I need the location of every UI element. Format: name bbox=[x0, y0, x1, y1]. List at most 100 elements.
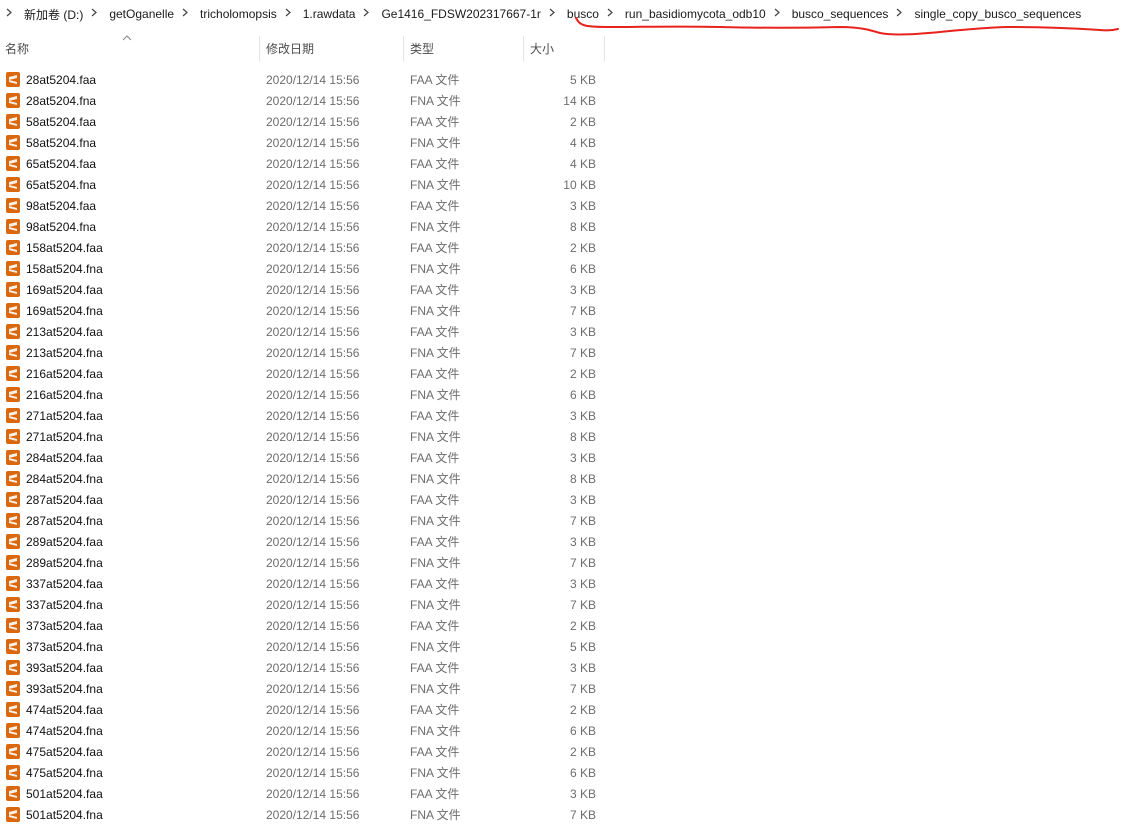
file-row[interactable]: 373at5204.faa 2020/12/14 15:56 FAA 文件 2 KB bbox=[0, 615, 605, 636]
file-name-cell: 213at5204.faa bbox=[0, 324, 260, 339]
file-row[interactable]: 216at5204.faa 2020/12/14 15:56 FAA 文件 2 KB bbox=[0, 363, 605, 384]
sublime-file-icon bbox=[6, 555, 20, 570]
file-name: 28at5204.faa bbox=[26, 72, 97, 87]
file-row[interactable]: 289at5204.fna 2020/12/14 15:56 FNA 文件 7 KB bbox=[0, 552, 605, 573]
column-header-size[interactable]: 大小 bbox=[524, 36, 605, 62]
file-type: FAA 文件 bbox=[410, 451, 460, 465]
file-row[interactable]: 337at5204.fna 2020/12/14 15:56 FNA 文件 7 KB bbox=[0, 594, 605, 615]
file-row[interactable]: 271at5204.faa 2020/12/14 15:56 FAA 文件 3 KB bbox=[0, 405, 605, 426]
chevron-right-icon[interactable] bbox=[182, 8, 188, 20]
breadcrumb-item[interactable]: Ge1416_FDSW202317667-1r bbox=[377, 7, 544, 21]
chevron-right-icon[interactable] bbox=[91, 8, 98, 20]
file-name-cell: 216at5204.fna bbox=[0, 387, 260, 402]
file-row[interactable]: 475at5204.faa 2020/12/14 15:56 FAA 文件 2 KB bbox=[0, 741, 605, 762]
chevron-right-icon[interactable] bbox=[6, 8, 12, 20]
column-header-date[interactable]: 修改日期 bbox=[260, 36, 404, 62]
file-name: 337at5204.fna bbox=[26, 597, 103, 612]
file-date: 2020/12/14 15:56 bbox=[266, 282, 360, 297]
file-name: 287at5204.faa bbox=[26, 492, 103, 507]
file-type: FNA 文件 bbox=[410, 94, 461, 108]
file-name: 393at5204.fna bbox=[26, 681, 103, 696]
file-name: 169at5204.faa bbox=[26, 282, 103, 297]
breadcrumb-item[interactable]: run_basidiomycota_odb10 bbox=[621, 7, 770, 21]
file-row[interactable]: 158at5204.faa 2020/12/14 15:56 FAA 文件 2 KB bbox=[0, 237, 605, 258]
breadcrumb-item[interactable]: 新加卷 (D:) bbox=[20, 6, 87, 23]
file-row[interactable]: 28at5204.faa 2020/12/14 15:56 FAA 文件 5 KB bbox=[0, 69, 605, 90]
file-name-cell: 475at5204.faa bbox=[0, 744, 260, 759]
file-row[interactable]: 373at5204.fna 2020/12/14 15:56 FNA 文件 5 KB bbox=[0, 636, 605, 657]
file-type: FAA 文件 bbox=[410, 787, 460, 801]
chevron-right-icon[interactable] bbox=[549, 8, 555, 20]
file-row[interactable]: 287at5204.faa 2020/12/14 15:56 FAA 文件 3 KB bbox=[0, 489, 605, 510]
column-header-type[interactable]: 类型 bbox=[404, 36, 524, 62]
file-date: 2020/12/14 15:56 bbox=[266, 639, 360, 654]
breadcrumb-item[interactable]: 1.rawdata bbox=[299, 7, 360, 21]
file-row[interactable]: 98at5204.fna 2020/12/14 15:56 FNA 文件 8 KB bbox=[0, 216, 605, 237]
file-row[interactable]: 393at5204.faa 2020/12/14 15:56 FAA 文件 3 KB bbox=[0, 657, 605, 678]
breadcrumb-item[interactable]: busco_sequences bbox=[788, 7, 893, 21]
file-row[interactable]: 169at5204.faa 2020/12/14 15:56 FAA 文件 3 KB bbox=[0, 279, 605, 300]
chevron-right-icon[interactable] bbox=[896, 8, 903, 20]
file-size: 4 KB bbox=[569, 135, 596, 150]
file-row[interactable]: 169at5204.fna 2020/12/14 15:56 FNA 文件 7 KB bbox=[0, 300, 605, 321]
breadcrumb-item[interactable]: tricholomopsis bbox=[196, 7, 281, 21]
file-row[interactable]: 65at5204.faa 2020/12/14 15:56 FAA 文件 4 KB bbox=[0, 153, 605, 174]
file-row[interactable]: 158at5204.fna 2020/12/14 15:56 FNA 文件 6 KB bbox=[0, 258, 605, 279]
file-row[interactable]: 287at5204.fna 2020/12/14 15:56 FNA 文件 7 KB bbox=[0, 510, 605, 531]
sublime-file-icon bbox=[6, 597, 20, 612]
file-date: 2020/12/14 15:56 bbox=[266, 576, 360, 591]
file-row[interactable]: 501at5204.fna 2020/12/14 15:56 FNA 文件 7 KB bbox=[0, 804, 605, 825]
file-row[interactable]: 213at5204.fna 2020/12/14 15:56 FNA 文件 7 KB bbox=[0, 342, 605, 363]
file-date: 2020/12/14 15:56 bbox=[266, 324, 360, 339]
file-type: FNA 文件 bbox=[410, 430, 461, 444]
sublime-file-icon bbox=[6, 639, 20, 654]
file-row[interactable]: 58at5204.faa 2020/12/14 15:56 FAA 文件 2 KB bbox=[0, 111, 605, 132]
file-size: 3 KB bbox=[569, 786, 596, 801]
breadcrumb-item[interactable]: busco bbox=[563, 7, 603, 21]
file-row[interactable]: 284at5204.fna 2020/12/14 15:56 FNA 文件 8 KB bbox=[0, 468, 605, 489]
chevron-right-icon[interactable] bbox=[363, 8, 370, 20]
file-row[interactable]: 98at5204.faa 2020/12/14 15:56 FAA 文件 3 KB bbox=[0, 195, 605, 216]
file-size: 3 KB bbox=[569, 660, 596, 675]
file-type: FNA 文件 bbox=[410, 136, 461, 150]
column-header-name[interactable]: 名称 bbox=[0, 35, 260, 62]
file-row[interactable]: 65at5204.fna 2020/12/14 15:56 FNA 文件 10 KB bbox=[0, 174, 605, 195]
file-name: 289at5204.faa bbox=[26, 534, 103, 549]
file-size: 2 KB bbox=[569, 618, 596, 633]
file-row[interactable]: 213at5204.faa 2020/12/14 15:56 FAA 文件 3 KB bbox=[0, 321, 605, 342]
file-row[interactable]: 501at5204.faa 2020/12/14 15:56 FAA 文件 3 KB bbox=[0, 783, 605, 804]
file-name-cell: 271at5204.fna bbox=[0, 429, 260, 444]
file-row[interactable]: 474at5204.fna 2020/12/14 15:56 FNA 文件 6 KB bbox=[0, 720, 605, 741]
sublime-file-icon bbox=[6, 345, 20, 360]
file-row[interactable]: 474at5204.faa 2020/12/14 15:56 FAA 文件 2 KB bbox=[0, 699, 605, 720]
sublime-file-icon bbox=[6, 114, 20, 129]
file-row[interactable]: 289at5204.faa 2020/12/14 15:56 FAA 文件 3 KB bbox=[0, 531, 605, 552]
file-type: FNA 文件 bbox=[410, 220, 461, 234]
sublime-file-icon bbox=[6, 324, 20, 339]
file-row[interactable]: 284at5204.faa 2020/12/14 15:56 FAA 文件 3 KB bbox=[0, 447, 605, 468]
file-size: 4 KB bbox=[569, 156, 596, 171]
breadcrumb-item[interactable]: single_copy_busco_sequences bbox=[910, 7, 1085, 21]
file-name: 98at5204.faa bbox=[26, 198, 97, 213]
file-row[interactable]: 271at5204.fna 2020/12/14 15:56 FNA 文件 8 KB bbox=[0, 426, 605, 447]
chevron-right-icon[interactable] bbox=[774, 8, 780, 20]
file-size: 7 KB bbox=[569, 555, 596, 570]
file-type: FNA 文件 bbox=[410, 388, 461, 402]
file-size: 8 KB bbox=[569, 429, 596, 444]
file-date: 2020/12/14 15:56 bbox=[266, 429, 360, 444]
file-name: 213at5204.faa bbox=[26, 324, 103, 339]
file-size: 8 KB bbox=[569, 471, 596, 486]
file-row[interactable]: 28at5204.fna 2020/12/14 15:56 FNA 文件 14 KB bbox=[0, 90, 605, 111]
file-row[interactable]: 216at5204.fna 2020/12/14 15:56 FNA 文件 6 KB bbox=[0, 384, 605, 405]
file-row[interactable]: 393at5204.fna 2020/12/14 15:56 FNA 文件 7 KB bbox=[0, 678, 605, 699]
chevron-right-icon[interactable] bbox=[607, 8, 613, 20]
file-type: FNA 文件 bbox=[410, 682, 461, 696]
file-type: FAA 文件 bbox=[410, 745, 460, 759]
file-size: 10 KB bbox=[563, 177, 596, 192]
sublime-file-icon bbox=[6, 576, 20, 591]
chevron-right-icon[interactable] bbox=[285, 8, 291, 20]
file-row[interactable]: 337at5204.faa 2020/12/14 15:56 FAA 文件 3 KB bbox=[0, 573, 605, 594]
file-row[interactable]: 58at5204.fna 2020/12/14 15:56 FNA 文件 4 KB bbox=[0, 132, 605, 153]
breadcrumb-item[interactable]: getOganelle bbox=[105, 7, 178, 21]
file-row[interactable]: 475at5204.fna 2020/12/14 15:56 FNA 文件 6 KB bbox=[0, 762, 605, 783]
